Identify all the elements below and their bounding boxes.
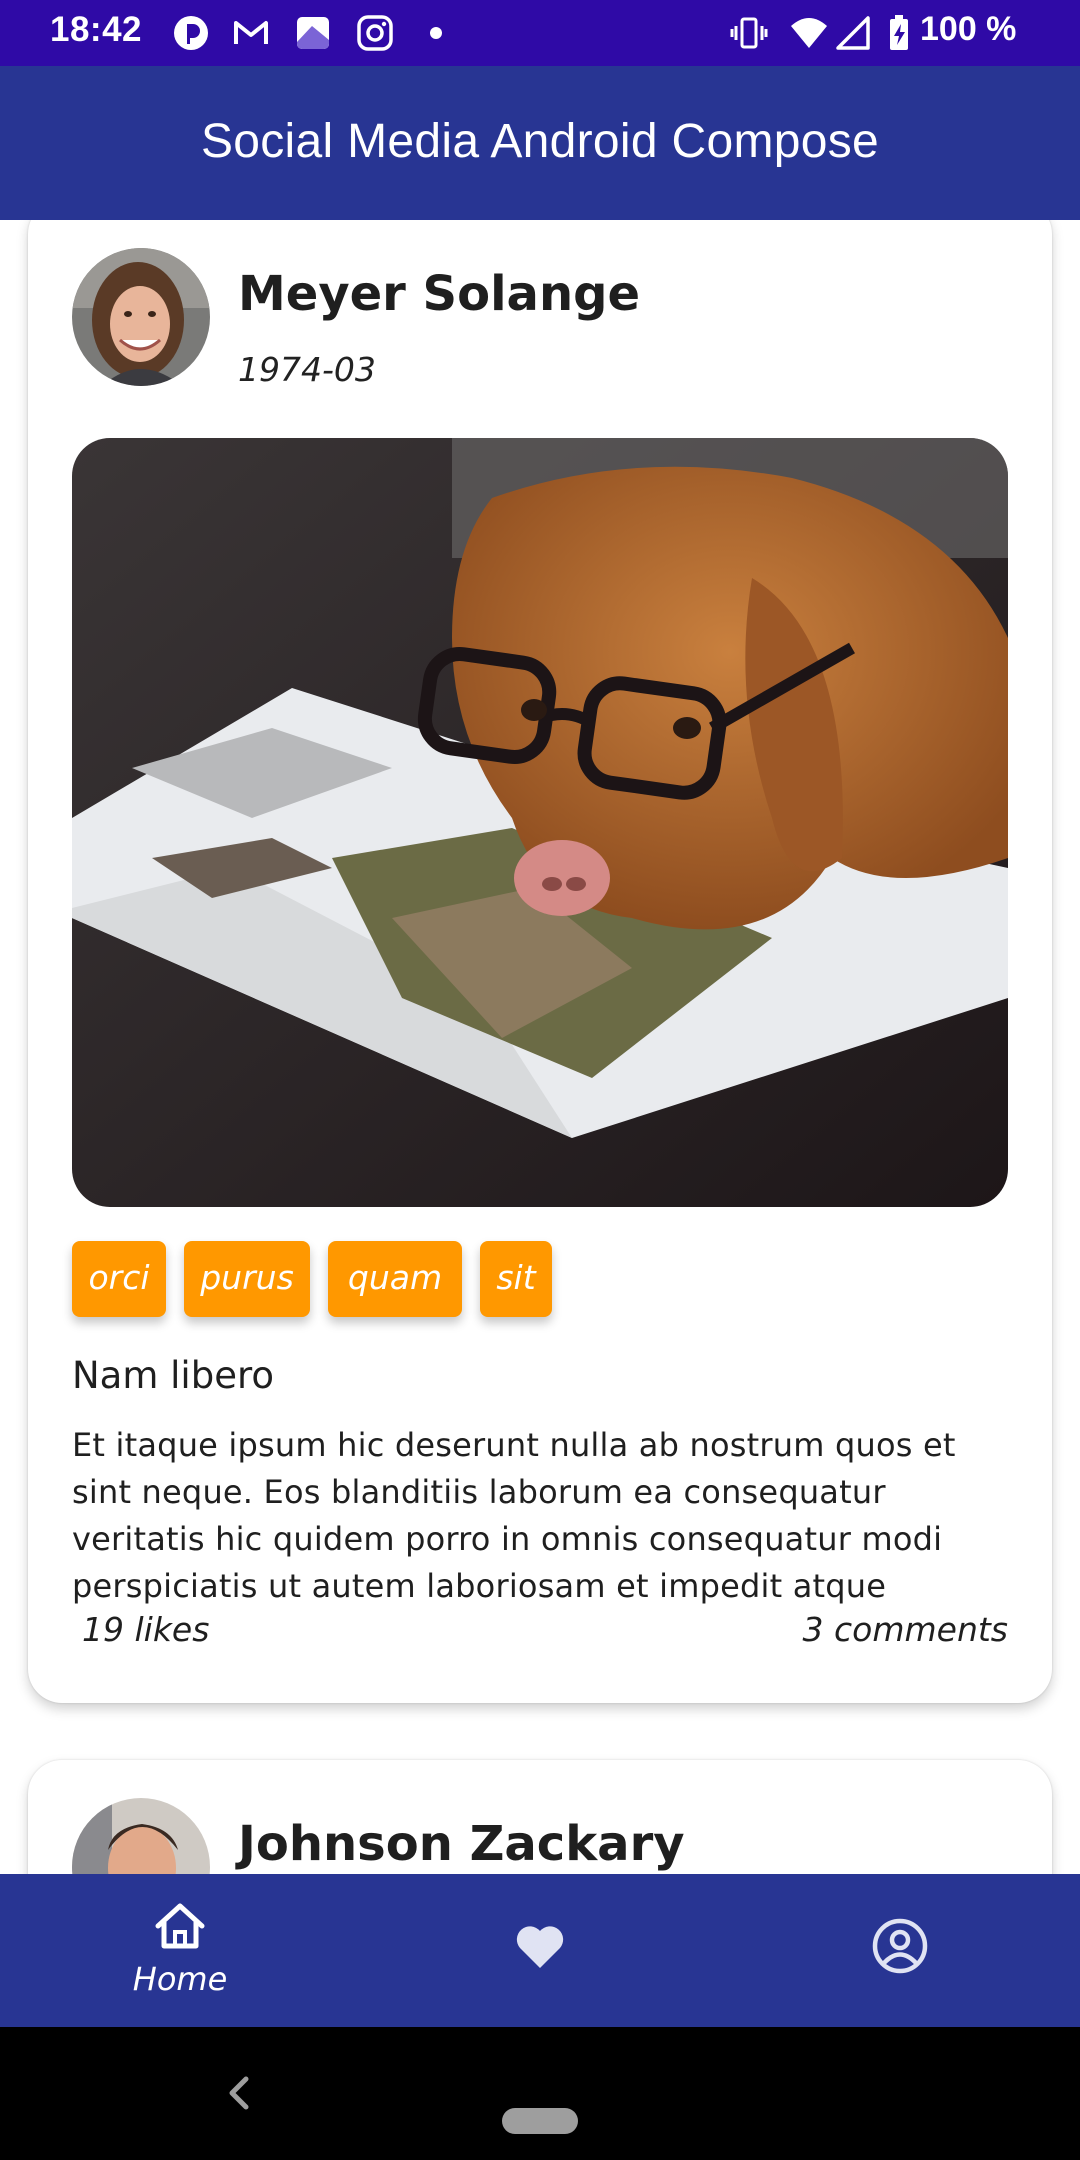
likes-count[interactable]: 19 likes — [82, 1610, 209, 1649]
author-avatar[interactable] — [72, 1798, 210, 1874]
status-time: 18:42 — [50, 10, 143, 49]
post-body: Et itaque ipsum hic deserunt nulla ab no… — [72, 1426, 956, 1605]
post-card[interactable]: Meyer Solange 1974-03 orci purus quam si… — [28, 220, 1052, 1703]
system-navigation-bar — [0, 2027, 1080, 2160]
tag-chip[interactable]: sit — [480, 1241, 552, 1317]
heart-icon — [516, 1926, 564, 1968]
bottom-navigation: Home — [0, 1874, 1080, 2027]
nav-label-home: Home — [132, 1960, 228, 1998]
tag-chip[interactable]: purus — [184, 1241, 310, 1317]
tag-chip[interactable]: quam — [328, 1241, 462, 1317]
gallery-icon — [297, 17, 329, 49]
instagram-icon — [357, 15, 393, 51]
pocket-casts-icon — [174, 16, 208, 50]
battery-percent: 100 % — [920, 10, 1017, 48]
status-bar: 18:42 100 % — [0, 0, 1080, 66]
post-image[interactable] — [72, 438, 1008, 1207]
nav-item-home[interactable]: Home — [100, 1874, 260, 2027]
gmail-icon — [234, 21, 268, 44]
back-icon[interactable] — [224, 2073, 254, 2113]
nav-item-favorites[interactable] — [460, 1874, 620, 2027]
post-feed[interactable]: Meyer Solange 1974-03 orci purus quam si… — [0, 220, 1080, 1874]
account-circle-icon — [872, 1918, 928, 1974]
top-app-bar: Social Media Android Compose — [0, 66, 1080, 220]
post-card[interactable]: Johnson Zackary — [28, 1760, 1052, 1874]
battery-charging-icon — [890, 15, 908, 50]
nav-item-profile[interactable] — [820, 1874, 980, 2027]
comments-count[interactable]: 3 comments — [803, 1610, 1008, 1649]
author-name: Johnson Zackary — [238, 1816, 685, 1872]
author-name: Meyer Solange — [238, 266, 641, 322]
app-title: Social Media Android Compose — [200, 115, 880, 168]
signal-icon — [836, 16, 870, 50]
vibrate-icon — [730, 17, 768, 49]
home-icon — [155, 1903, 205, 1949]
home-pill[interactable] — [502, 2108, 578, 2134]
wifi-icon — [791, 18, 827, 48]
post-date: 1974-03 — [238, 350, 376, 389]
post-title: Nam libero — [72, 1354, 275, 1397]
more-dot-icon — [430, 27, 442, 39]
tag-chip[interactable]: orci — [72, 1241, 166, 1317]
author-avatar[interactable] — [72, 248, 210, 386]
